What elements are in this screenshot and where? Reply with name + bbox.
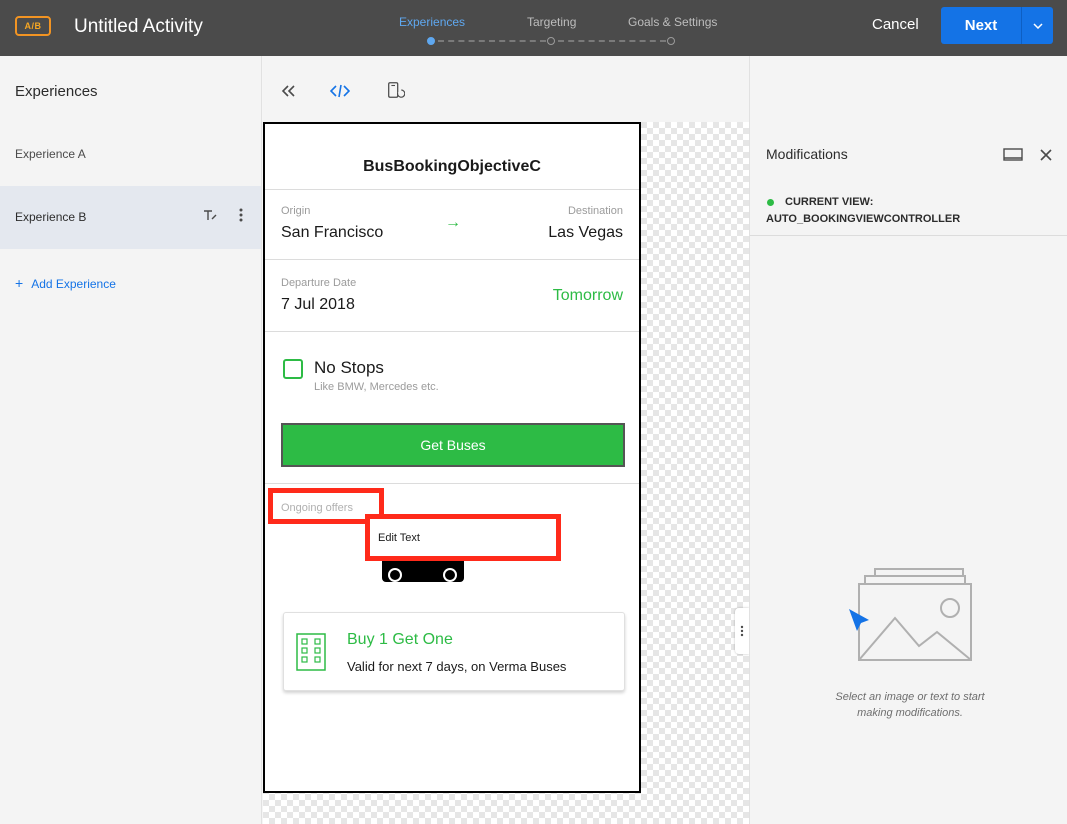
top-bar: A/B Untitled Activity Experiences Target… (0, 0, 1067, 56)
divider (265, 259, 639, 260)
current-view-value: AUTO_BOOKINGVIEWCONTROLLER (766, 213, 961, 225)
empty-state-hint: Select an image or text to start making … (835, 691, 985, 719)
building-icon (296, 633, 326, 671)
canvas-toolbar (263, 56, 749, 122)
plus-icon: + (15, 275, 24, 291)
experiences-sidebar: Experiences Experience A Experience B + A… (0, 56, 262, 824)
departure-label[interactable]: Departure Date (281, 277, 356, 289)
cancel-button[interactable]: Cancel (872, 16, 919, 33)
step-dot-experiences (427, 37, 435, 45)
divider (265, 189, 639, 190)
next-dropdown-button[interactable] (1021, 7, 1053, 44)
modifications-panel: Modifications CURRENT VIEW: AUTO_BOOKING… (749, 56, 1067, 824)
step-connector (438, 40, 546, 42)
origin-label[interactable]: Origin (281, 205, 310, 217)
rename-text-icon[interactable] (203, 209, 217, 221)
offer-title[interactable]: Buy 1 Get One (347, 631, 453, 649)
status-dot (767, 199, 774, 206)
arrow-right-icon: → (445, 214, 461, 231)
experience-label: Experience B (15, 210, 87, 224)
workflow-steps: Experiences Targeting Goals & Settings (390, 14, 730, 50)
next-button[interactable]: Next (941, 7, 1021, 44)
experience-a-item[interactable]: Experience A (0, 123, 261, 186)
panel-resize-handle[interactable] (735, 608, 749, 654)
divider (265, 483, 639, 484)
no-stops-label[interactable]: No Stops (314, 358, 384, 378)
origin-value[interactable]: San Francisco (281, 224, 383, 242)
step-connector (558, 40, 666, 42)
preview-canvas: BusBookingObjectiveC Origin San Francisc… (263, 122, 749, 824)
phone-preview[interactable]: BusBookingObjectiveC Origin San Francisc… (263, 122, 641, 793)
close-icon[interactable] (1040, 149, 1052, 161)
departure-value[interactable]: 7 Jul 2018 (281, 296, 355, 314)
current-view-label: CURRENT VIEW: (785, 196, 874, 208)
bus-wheel (443, 568, 457, 582)
step-goals-settings[interactable]: Goals & Settings (628, 15, 717, 29)
drag-handle-icon (740, 625, 744, 637)
app-title[interactable]: BusBookingObjectiveC (265, 158, 639, 176)
destination-value[interactable]: Las Vegas (548, 224, 623, 242)
tomorrow-link[interactable]: Tomorrow (553, 287, 623, 305)
code-icon[interactable] (330, 82, 350, 100)
no-stops-subtitle[interactable]: Like BMW, Mercedes etc. (314, 381, 439, 393)
offer-card[interactable]: Buy 1 Get One Valid for next 7 days, on … (283, 612, 625, 691)
bus-wheel (388, 568, 402, 582)
ab-badge: A/B (15, 16, 51, 36)
add-experience-label: Add Experience (31, 277, 116, 291)
step-experiences[interactable]: Experiences (399, 15, 465, 29)
experience-label: Experience A (15, 147, 86, 161)
modifications-title: Modifications (766, 146, 848, 162)
divider (750, 235, 1067, 236)
sidebar-title: Experiences (15, 83, 98, 100)
activity-title[interactable]: Untitled Activity (74, 16, 203, 38)
offer-subtitle[interactable]: Valid for next 7 days, on Verma Buses (347, 659, 566, 674)
chevron-down-icon (1032, 22, 1043, 29)
step-dot-targeting (547, 37, 555, 45)
step-dot-goals-settings (667, 37, 675, 45)
device-rotate-icon[interactable] (385, 81, 405, 99)
get-buses-button[interactable]: Get Buses (281, 423, 625, 467)
no-stops-checkbox[interactable] (283, 359, 303, 379)
divider (265, 331, 639, 332)
add-experience-button[interactable]: + Add Experience (15, 275, 116, 291)
destination-label[interactable]: Destination (568, 205, 623, 217)
collapse-left-icon[interactable] (279, 82, 299, 100)
experience-b-item[interactable]: Experience B (0, 186, 261, 249)
more-options-icon[interactable] (239, 208, 243, 222)
edit-text-option[interactable]: Edit Text (378, 532, 420, 544)
image-placeholder-icon (849, 568, 972, 661)
monitor-icon[interactable] (1003, 148, 1023, 162)
step-targeting[interactable]: Targeting (527, 15, 576, 29)
